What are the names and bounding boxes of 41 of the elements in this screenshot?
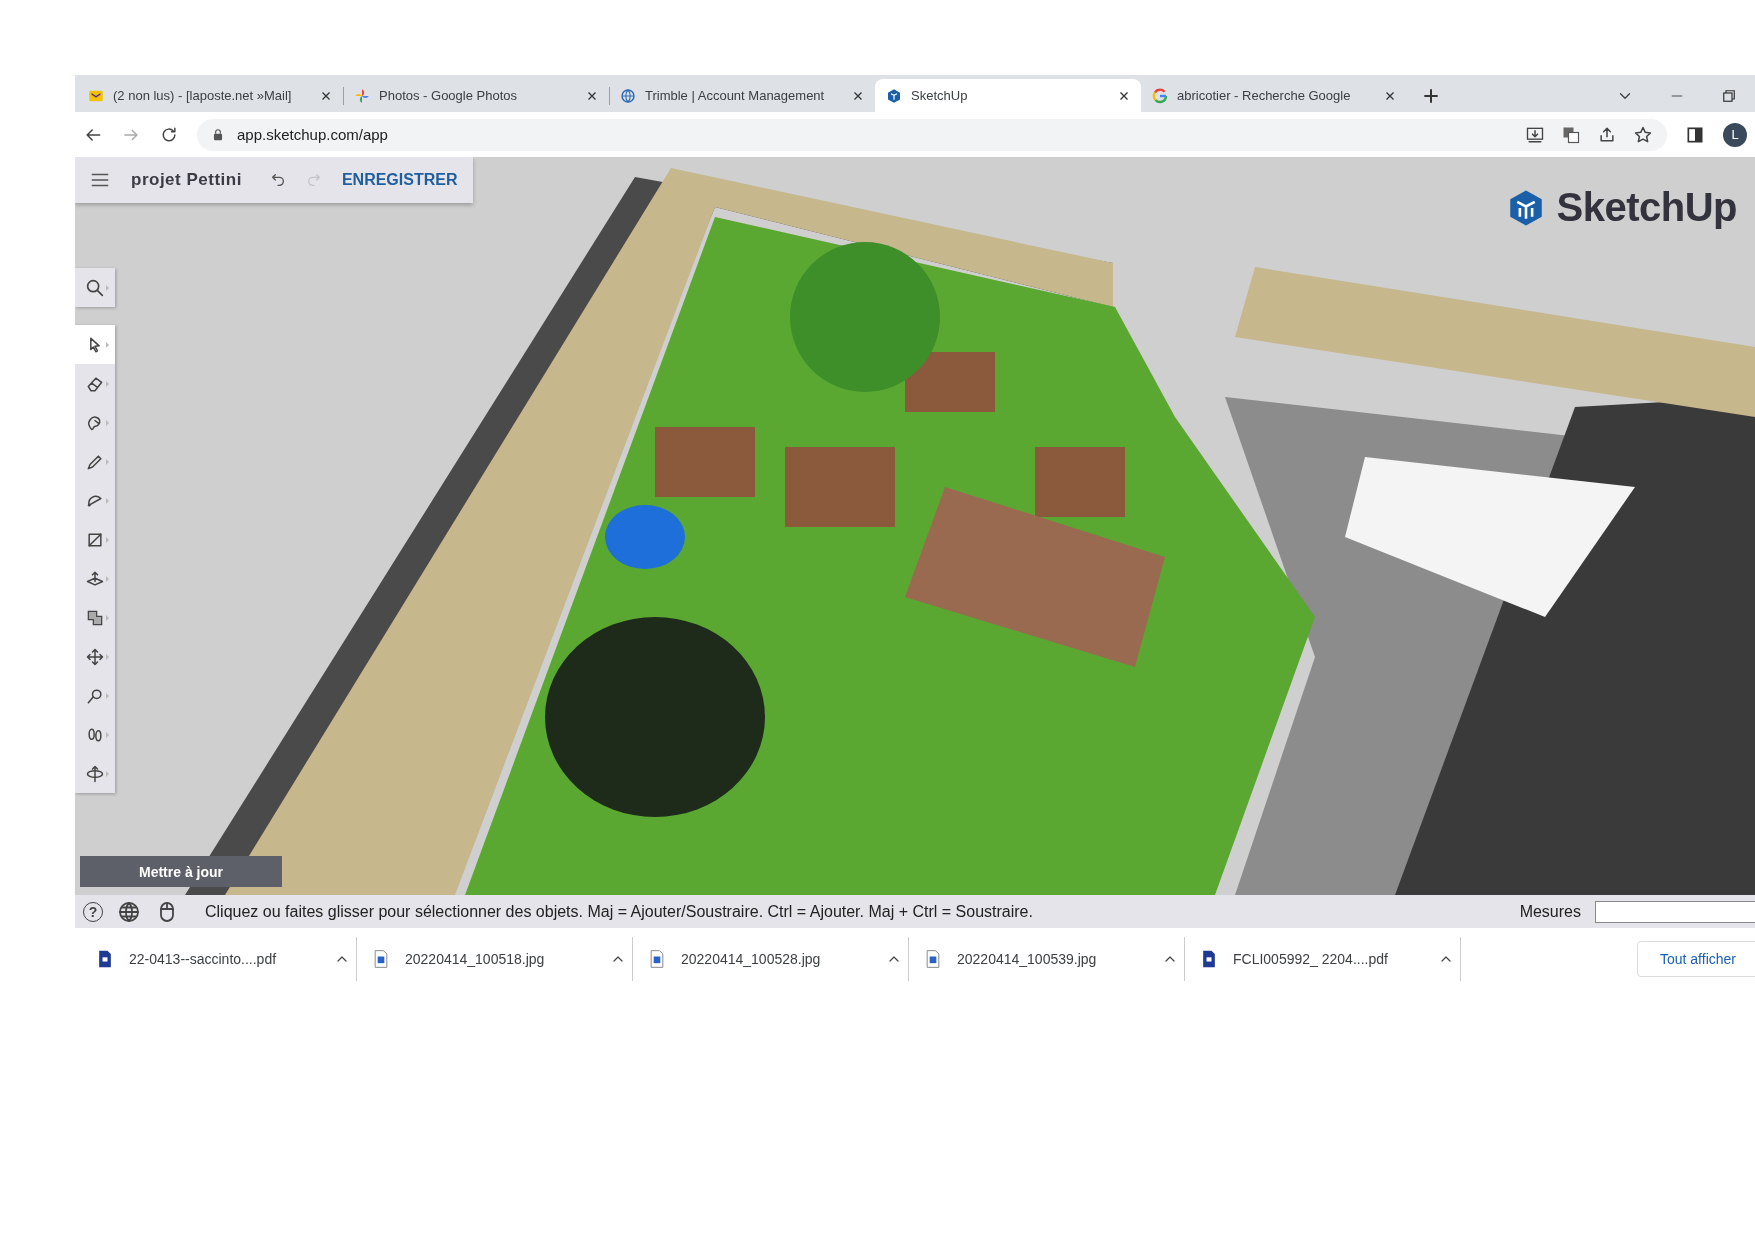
download-item[interactable]: 20220414_100518.jpg [371,937,633,981]
url-text: app.sketchup.com/app [237,126,389,143]
file-name: 20220414_100539.jpg [957,951,1098,967]
file-name: FCLI005992_ 2204....pdf [1233,951,1389,967]
tab-title: (2 non lus) - [laposte.net »Mail] [113,88,293,103]
browser-tab[interactable]: SketchUp [875,79,1141,112]
status-hint: Cliquez ou faites glisser pour sélectionner des objets. Maj = Ajouter/Soustraire. Ctrl = Ajouter. Maj + Ctrl = Soustraire. [205,902,1034,921]
tab-title: SketchUp [911,88,969,103]
download-item[interactable]: 20220414_100539.jpg [923,937,1185,981]
lock-icon [211,127,225,142]
tab-title: Photos - Google Photos [379,88,519,103]
address-field[interactable]: app.sketchup.com/app [197,118,1667,151]
show-all-button[interactable]: Tout afficher [1637,941,1755,977]
file-name: 22-0413--saccinto....pdf [129,951,278,967]
browser-tab[interactable]: Photos - Google Photos [343,79,609,112]
measurements-label: Mesures [1519,902,1581,921]
avatar[interactable]: L [1723,122,1747,147]
measurements-field[interactable] [1595,900,1755,923]
update-button[interactable]: Mettre à jour [80,856,282,887]
download-item[interactable]: FCLI005992_ 2204....pdf [1199,937,1461,981]
side-panel-icon[interactable] [1685,124,1705,145]
globe-icon [619,86,637,105]
move-icon [85,646,105,667]
file-name: 20220414_100518.jpg [405,951,546,967]
file-name: 20220414_100528.jpg [681,951,822,967]
orbit-icon [85,763,105,784]
logo-text: SketchUp [1556,185,1737,230]
download-item[interactable]: 22-0413--saccinto....pdf [95,937,357,981]
browser-tab[interactable]: (2 non lus) - [laposte.net »Mail] [77,79,343,112]
undo-button[interactable] [269,172,286,188]
tab-title: abricotier - Recherche Google [1177,88,1352,103]
browser-tab[interactable]: abricotier - Recherche Google [1141,79,1407,112]
star-icon[interactable] [1633,124,1653,145]
tab-title: Trimble | Account Management [645,88,826,103]
project-name: projet Pettini [131,170,242,190]
tool-button[interactable] [75,325,115,364]
save-button[interactable]: ENREGISTRER [341,171,458,189]
globe-icon[interactable] [117,899,141,924]
browser-tab[interactable]: Trimble | Account Management [609,79,875,112]
colored-ring-icon [1151,86,1169,105]
download-item[interactable]: 20220414_100528.jpg [647,937,909,981]
